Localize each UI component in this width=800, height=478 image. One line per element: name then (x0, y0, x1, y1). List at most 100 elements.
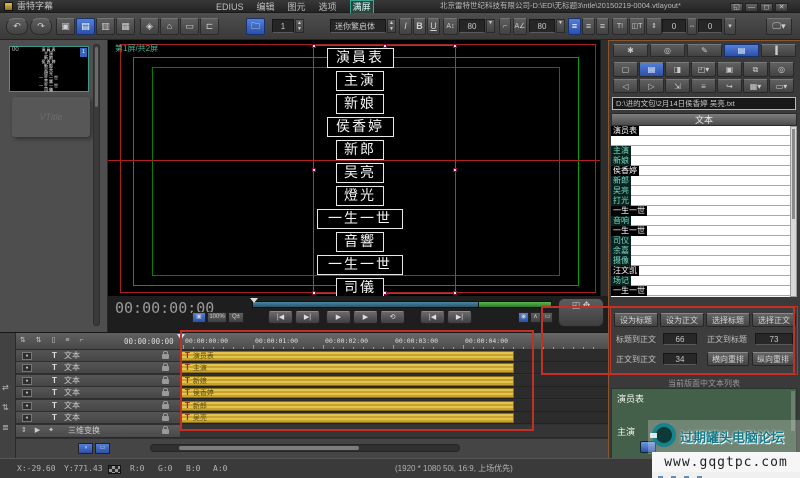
next-frame-button[interactable]: ▶| (447, 311, 472, 324)
title-text-box[interactable]: 一生一世 (317, 255, 403, 275)
panel-tool-button-2[interactable]: ▤ (639, 62, 664, 77)
timeline-mode-button-1[interactable]: ◑ (78, 443, 93, 454)
transport-option-button-3[interactable]: ▭ (542, 312, 553, 323)
insert-button-1[interactable]: ◈ (140, 18, 159, 35)
thumbnail-scrollbar[interactable] (93, 44, 100, 326)
transport-option-button-1[interactable]: ◉ (518, 312, 529, 323)
library-button[interactable]: 🗀 (246, 18, 265, 35)
text-list-scrollbar-thumb[interactable] (792, 129, 795, 219)
output-tools-group[interactable]: ◰ ✥ (558, 298, 604, 327)
track-header[interactable]: ●T文本 (16, 400, 180, 412)
text-list-row[interactable]: 司仪 (611, 236, 790, 246)
track-visibility-toggle[interactable]: ● (22, 402, 32, 410)
lock-icon[interactable] (162, 429, 169, 434)
text-list-row[interactable]: 摄像 (611, 256, 790, 266)
track-header[interactable]: ●T文本 (16, 362, 180, 374)
panel-tool-button-4[interactable]: ◰▾ (691, 62, 716, 77)
text-direction-button-1[interactable]: T! (612, 18, 628, 35)
zoom-fit-button[interactable]: Q± (228, 312, 244, 323)
panel-io-button-7[interactable]: ▭▾ (769, 79, 794, 93)
text-list-row[interactable]: 打光 (611, 196, 790, 206)
track-visibility-toggle[interactable]: ● (22, 414, 32, 422)
panel-io-button-2[interactable]: ▷ (639, 79, 664, 93)
insert-button-4[interactable]: ⊏ (200, 18, 219, 35)
text-file-path-field[interactable]: D:\进的文包\2月14日侯香婷 吴亮.txt (612, 97, 796, 110)
text-list-item[interactable]: 汪文凯 (611, 266, 639, 276)
loop-button[interactable]: ⟲ (380, 311, 405, 324)
timeline-clip[interactable]: T吴亮 (180, 413, 514, 423)
align-button-3[interactable]: ≡ (596, 18, 609, 35)
selection-handle[interactable] (312, 168, 316, 172)
insert-button-2[interactable]: ⌂ (160, 18, 179, 35)
text-list-row[interactable]: 一生一世 (611, 286, 790, 296)
mode-button-4[interactable]: ▦ (116, 18, 135, 35)
text-list-row[interactable]: 一生一世 (611, 206, 790, 216)
selection-handle[interactable] (453, 168, 457, 172)
text-list-row[interactable] (611, 136, 790, 146)
title-text-box[interactable]: 主演 (336, 71, 384, 91)
layer-count-field[interactable]: 1 (272, 19, 294, 33)
text-list-item[interactable]: 侯香婷 (611, 166, 639, 176)
selection-handle[interactable] (312, 44, 316, 48)
playhead-marker[interactable] (177, 334, 185, 340)
text-list-row[interactable]: 音响 (611, 216, 790, 226)
preview-scrollbar[interactable] (600, 40, 608, 296)
underline-button[interactable]: U (427, 18, 440, 35)
font-size-dropdown[interactable]: ▼ (486, 19, 495, 33)
timeline-ruler[interactable]: 00:00:00:0000:00:01:0000:00:02:0000:00:0… (180, 333, 608, 350)
text-list-item[interactable]: 演员表 (611, 126, 639, 136)
panel-tab-5[interactable]: ▍ (761, 44, 796, 57)
empty-page-slot[interactable]: VTitle (12, 97, 90, 137)
track-body[interactable]: T演员表 (180, 350, 608, 362)
menu-编辑[interactable]: 编辑 (257, 1, 275, 13)
transform-track-body[interactable] (180, 425, 608, 438)
insert-button-3[interactable]: ▭ (180, 18, 199, 35)
text-list-item[interactable]: 场记 (611, 276, 631, 286)
lock-icon[interactable] (162, 404, 169, 409)
timeline-tool-icon-3[interactable]: ≣ (2, 423, 9, 432)
panel-tool-button-1[interactable]: ▢ (613, 62, 638, 77)
panel-tab-1[interactable]: ✱ (613, 44, 648, 57)
text-list-row[interactable]: 场记 (611, 276, 790, 286)
seek-position-marker[interactable] (250, 298, 258, 303)
track-visibility-toggle[interactable]: ● (22, 364, 32, 372)
text-direction-button-3[interactable]: ⇕ (646, 18, 662, 35)
track-body[interactable]: T新郎 (180, 400, 608, 412)
text-list-row[interactable]: 余嘉 (611, 246, 790, 256)
text-list-scrollbar[interactable] (790, 126, 797, 297)
lock-icon[interactable] (162, 416, 169, 421)
text-list-row[interactable]: 汪文凯 (611, 266, 790, 276)
text-direction-button-2[interactable]: ◫T (629, 18, 645, 35)
layer-stepper[interactable]: ▲▼ (295, 19, 304, 33)
track-visibility-toggle[interactable]: ● (22, 389, 32, 397)
menu-EDIUS[interactable]: EDIUS (216, 1, 244, 13)
panel-io-button-5[interactable]: ↪ (717, 79, 742, 93)
slant-icon[interactable]: A∠ (513, 18, 527, 35)
current-item[interactable]: 演员表 (617, 392, 644, 405)
align-button-1[interactable]: ≡ (568, 18, 581, 35)
text-list-item[interactable]: 一生一世 (611, 286, 647, 296)
maximize-button[interactable]: ◻ (760, 3, 773, 12)
vertical-rearrange-button[interactable]: 纵向重排 (752, 352, 794, 366)
panel-tab-4[interactable]: ▤ (724, 44, 759, 57)
mode-button-3[interactable]: ▥ (96, 18, 115, 35)
title-text-box[interactable]: 一生一世 (317, 209, 403, 229)
timeline-tool-icon-1[interactable]: ⇄ (2, 383, 9, 392)
text-list-item[interactable]: 摄像 (611, 256, 631, 266)
text-list-row[interactable]: 演员表 (611, 126, 790, 136)
mode-button-2[interactable]: ▤ (76, 18, 95, 35)
timeline-tool-icon-2[interactable]: ⇅ (2, 403, 9, 412)
selection-handle[interactable] (312, 291, 316, 295)
title-text-box[interactable]: 吴亮 (336, 163, 384, 183)
kerning-field[interactable]: 0 (662, 19, 686, 33)
transport-option-button-2[interactable]: ∧ (530, 312, 541, 323)
timeline-hscrollbar[interactable] (150, 444, 460, 452)
timeline-clip[interactable]: T新娘 (180, 376, 514, 386)
text-list-item[interactable]: 吴亮 (611, 186, 631, 196)
set-as-title-button[interactable]: 设为标题 (614, 313, 658, 327)
font-stepper[interactable]: ▲▼ (387, 19, 396, 33)
leading-field[interactable]: 0 (698, 19, 722, 33)
track-body[interactable]: T主演 (180, 362, 608, 374)
transform-track-header[interactable]: ⇕ ▶ ✦ 三维变换 (16, 425, 180, 438)
track-header[interactable]: ●T文本 (16, 412, 180, 424)
